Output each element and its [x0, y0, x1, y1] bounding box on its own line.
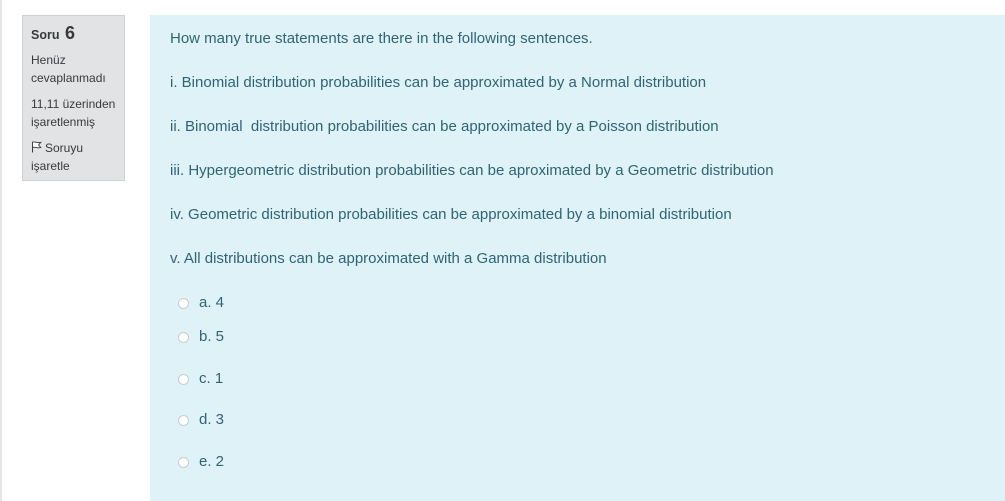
question-state: Henüz cevaplanmadı	[31, 51, 124, 87]
answer-label-b: b. 5	[199, 328, 225, 345]
flag-label-line-1: Soruyu	[45, 141, 84, 155]
question-grade: 11,11 üzerinden işaretlenmiş	[31, 95, 124, 131]
answer-label-c: c. 1	[199, 370, 224, 387]
question-content-panel: How many true statements are there in th…	[150, 15, 1005, 501]
radio-button-c[interactable]	[178, 373, 189, 385]
question-prompt: How many true statements are there in th…	[170, 30, 593, 47]
radio-button-d[interactable]	[178, 414, 189, 426]
statement-2: ii. Binomial distribution probabilities …	[170, 118, 719, 135]
flag-label-line-2: işaretle	[31, 159, 70, 173]
statement-3: iii. Hypergeometric distribution probabi…	[170, 162, 774, 179]
quiz-page: Soru 6 Henüz cevaplanmadı 11,11 üzerinde…	[0, 0, 1005, 501]
state-line-1: Henüz	[31, 53, 66, 67]
answer-label-e: e. 2	[199, 453, 225, 470]
answer-option-a[interactable]: a. 4	[178, 293, 224, 313]
question-label: Soru	[31, 28, 60, 42]
answer-option-c[interactable]: c. 1	[178, 369, 223, 389]
statement-4: iv. Geometric distribution probabilities…	[170, 206, 732, 223]
flag-icon	[31, 140, 43, 153]
flag-question-button[interactable]: Soruyu işaretle	[31, 139, 124, 175]
answer-option-b[interactable]: b. 5	[178, 327, 224, 347]
question-info-panel: Soru 6 Henüz cevaplanmadı 11,11 üzerinde…	[22, 15, 125, 181]
answer-option-e[interactable]: e. 2	[178, 452, 224, 472]
page-left-border	[0, 0, 2, 501]
radio-button-a[interactable]	[178, 297, 189, 309]
statement-1: i. Binomial distribution probabilities c…	[170, 74, 707, 91]
state-line-2: cevaplanmadı	[31, 71, 106, 85]
statement-5: v. All distributions can be approximated…	[170, 250, 607, 267]
answer-label-d: d. 3	[199, 411, 225, 428]
question-number: 6	[64, 23, 75, 43]
grade-line-2: işaretlenmiş	[31, 115, 96, 129]
grade-line-1: 11,11 üzerinden	[31, 97, 116, 111]
radio-button-b[interactable]	[178, 331, 189, 343]
answer-label-a: a. 4	[199, 294, 225, 311]
question-number-heading: Soru 6	[31, 24, 124, 44]
radio-button-e[interactable]	[178, 456, 189, 468]
answer-option-d[interactable]: d. 3	[178, 410, 224, 430]
